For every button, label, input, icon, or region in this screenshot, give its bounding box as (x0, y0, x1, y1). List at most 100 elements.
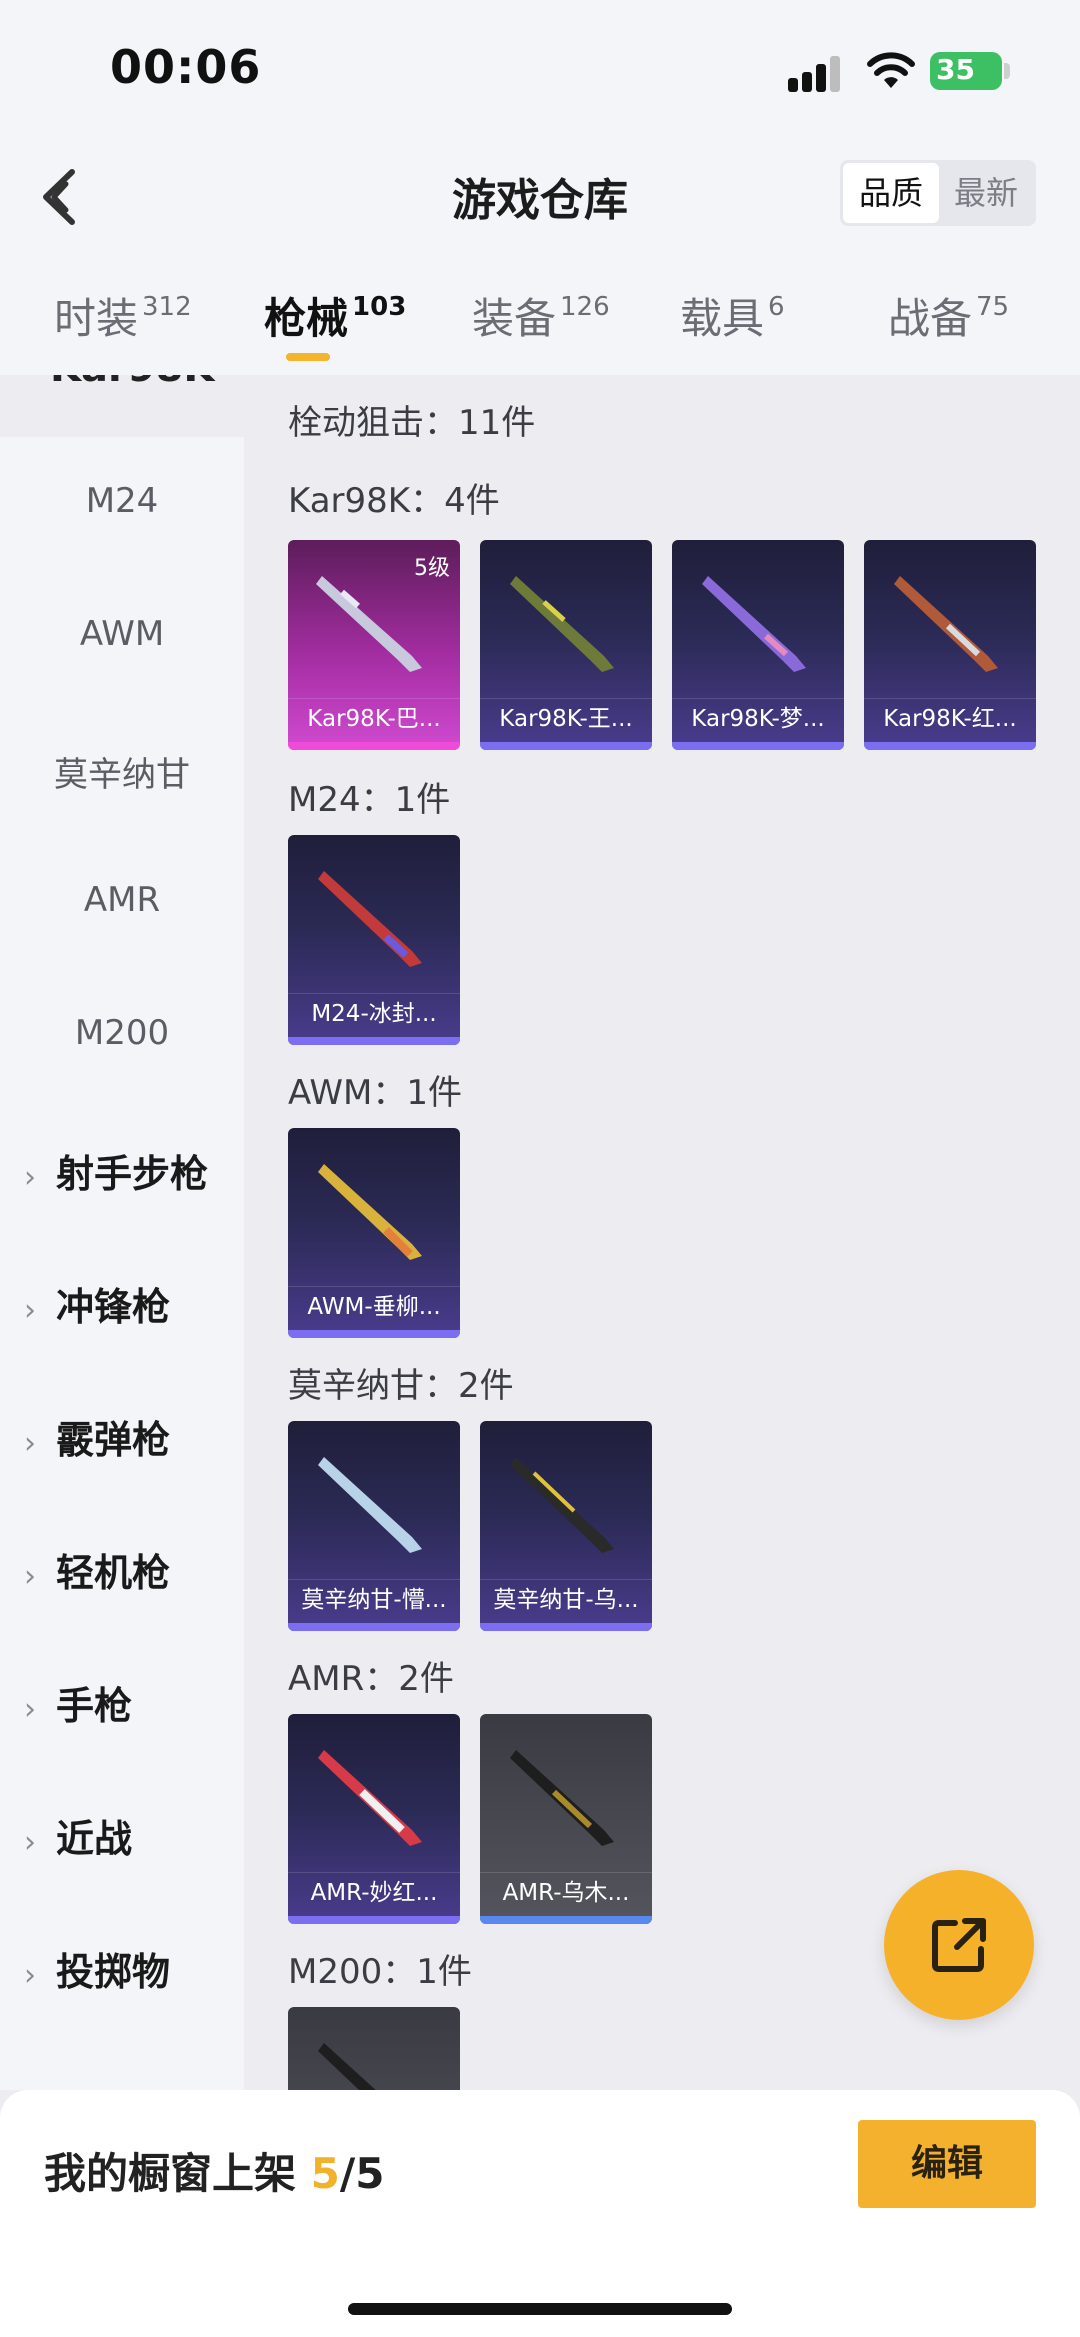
sidebar-item-kar98k[interactable]: Kar98K (0, 375, 244, 437)
rarity-bar (864, 742, 1036, 750)
rifle-icon (510, 1457, 614, 1553)
rarity-bar (288, 1916, 460, 1924)
item-card[interactable]: 莫辛纳甘-懵... (288, 1421, 460, 1631)
item-name: Kar98K-巴... (288, 698, 460, 738)
item-grid: 栓动狙击：11件 Kar98K：4件 5级 Kar98K-巴... Kar98K… (244, 375, 1080, 2090)
rifle-icon (510, 576, 614, 672)
item-name: 莫辛纳甘-懵... (288, 1579, 460, 1619)
tab-fashion[interactable]: 时装 312 (54, 285, 192, 346)
chevron-right-icon: › (24, 1559, 36, 1594)
chevron-right-icon: › (24, 1825, 36, 1860)
sidebar-category-shotgun[interactable]: › 霰弹枪 (24, 1409, 170, 1464)
sidebar-item-awm[interactable]: AWM (0, 614, 244, 654)
edit-button[interactable]: 编辑 (858, 2120, 1036, 2208)
rarity-bar (480, 1916, 652, 1924)
item-card[interactable]: Kar98K-红... (864, 540, 1036, 750)
tab-label: 战备 (888, 294, 973, 343)
share-button[interactable] (884, 1870, 1034, 2020)
chevron-right-icon: › (24, 1426, 36, 1461)
item-card[interactable]: 莫辛纳甘-乌... (480, 1421, 652, 1631)
sidebar-category-throwable[interactable]: › 投掷物 (24, 1941, 170, 1996)
tab-count: 75 (976, 292, 1010, 322)
sidebar-category-dmr[interactable]: › 射手步枪 (24, 1143, 208, 1198)
battery-tip (1004, 63, 1010, 79)
rarity-bar (288, 1037, 460, 1045)
rarity-bar (288, 742, 460, 750)
item-name: Kar98K-红... (864, 698, 1036, 738)
sort-quality-button[interactable]: 品质 (843, 163, 939, 223)
sidebar-category-lmg[interactable]: › 轻机枪 (24, 1542, 170, 1597)
item-name: Kar98K-梦... (672, 698, 844, 738)
tab-label: 装备 (472, 294, 557, 343)
showcase-count: 5 (310, 2149, 340, 2198)
group-label: AWM：1件 (288, 1073, 462, 1113)
sidebar-item-m200[interactable]: M200 (0, 1013, 244, 1053)
item-card[interactable]: M24-冰封... (288, 835, 460, 1045)
nav-bar: 游戏仓库 品质 最新 (0, 140, 1080, 255)
group-label: Kar98K：4件 (288, 481, 500, 521)
sidebar-category-smg[interactable]: › 冲锋枪 (24, 1276, 170, 1331)
rifle-icon (318, 1750, 422, 1846)
rifle-icon (318, 1164, 422, 1260)
item-card[interactable]: AWM-垂柳... (288, 1128, 460, 1338)
sidebar-category-label: 冲锋枪 (56, 1285, 171, 1329)
status-bar: 00:06 35 (0, 0, 1080, 140)
item-card[interactable]: Kar98K-王... (480, 540, 652, 750)
group-label: AMR：2件 (288, 1659, 454, 1699)
sort-latest-button[interactable]: 最新 (938, 163, 1034, 223)
chevron-right-icon: › (24, 1692, 36, 1727)
group-label: M200：1件 (288, 1952, 472, 1992)
category-tabs: 时装 312 枪械 103 装备 126 载具 6 战备 75 (0, 255, 1080, 375)
tab-equipment[interactable]: 装备 126 (472, 285, 610, 346)
rifle-icon (318, 2043, 376, 2090)
tab-count: 126 (560, 292, 610, 322)
item-card[interactable]: 5级 Kar98K-巴... (288, 540, 460, 750)
item-name: AWM-垂柳... (288, 1286, 460, 1326)
sidebar-item-m24[interactable]: M24 (0, 481, 244, 521)
item-card[interactable]: AMR-妙红... (288, 1714, 460, 1924)
rifle-icon (510, 1750, 614, 1846)
tab-supplies[interactable]: 战备 75 (888, 285, 1009, 346)
chevron-right-icon: › (24, 1293, 36, 1328)
sidebar-category-pistol[interactable]: › 手枪 (24, 1675, 132, 1730)
sidebar-category-melee[interactable]: › 近战 (24, 1808, 132, 1863)
item-card[interactable]: Kar98K-梦... (672, 540, 844, 750)
tab-count: 6 (768, 292, 785, 322)
chevron-right-icon: › (24, 1160, 36, 1195)
item-card[interactable]: AMR-乌木... (480, 1714, 652, 1924)
sidebar-category-label: 投掷物 (56, 1950, 171, 1994)
home-indicator (348, 2303, 732, 2315)
tab-vehicles[interactable]: 载具 6 (680, 285, 785, 346)
sort-toggle: 品质 最新 (840, 160, 1036, 226)
rifle-icon (318, 1457, 422, 1553)
tab-label: 枪械 (264, 294, 349, 343)
battery-icon: 35 (930, 52, 1002, 90)
item-name: AMR-乌木... (480, 1872, 652, 1912)
tab-count: 312 (142, 292, 192, 322)
rarity-bar (480, 1623, 652, 1631)
item-level: 5级 (414, 556, 450, 581)
status-time: 00:06 (110, 40, 262, 94)
showcase-label: 我的橱窗上架 (44, 2149, 297, 2198)
active-tab-indicator (286, 353, 330, 361)
item-name: M24-冰封... (288, 993, 460, 1033)
sidebar-item-label: Kar98K (50, 375, 214, 391)
rarity-bar (288, 1330, 460, 1338)
sidebar-category-label: 轻机枪 (56, 1551, 171, 1595)
wifi-icon (867, 52, 915, 88)
tab-label: 载具 (680, 294, 765, 343)
tab-label: 时装 (54, 294, 139, 343)
signal-icon (788, 54, 844, 92)
sidebar-item-mosin[interactable]: 莫辛纳甘 (0, 747, 244, 796)
item-name: Kar98K-王... (480, 698, 652, 738)
sidebar-category-label: 射手步枪 (56, 1152, 209, 1196)
showcase-status: 我的橱窗上架 5/5 (44, 2140, 384, 2201)
item-name: AMR-妙红... (288, 1872, 460, 1912)
item-card[interactable] (288, 2007, 460, 2090)
group-label: 莫辛纳甘：2件 (288, 1366, 514, 1406)
chevron-right-icon: › (24, 1958, 36, 1993)
tab-firearms[interactable]: 枪械 103 (264, 285, 406, 346)
rifle-icon (894, 576, 998, 672)
rarity-bar (288, 1623, 460, 1631)
sidebar-item-amr[interactable]: AMR (0, 880, 244, 920)
